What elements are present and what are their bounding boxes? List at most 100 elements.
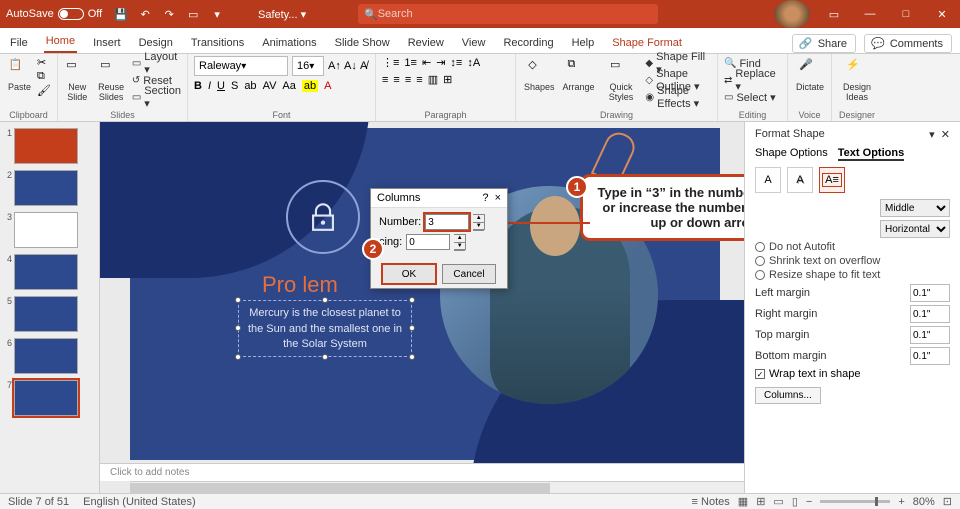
align-right-icon[interactable]: ≡ <box>405 74 411 86</box>
text-direction-select[interactable]: Horizontal <box>880 220 950 238</box>
slide-body-textbox[interactable]: Mercury is the closest planet to the Sun… <box>238 300 412 357</box>
top-margin-input[interactable] <box>910 326 950 344</box>
columns-number-input[interactable] <box>425 214 469 230</box>
smartart-icon[interactable]: ⊞ <box>443 73 452 86</box>
slideshow-view-icon[interactable]: ▯ <box>792 495 798 508</box>
tab-review[interactable]: Review <box>406 32 446 53</box>
spacing-spinner[interactable]: ▲▼ <box>454 234 466 250</box>
thumb-6[interactable] <box>14 338 78 374</box>
shrink-font-icon[interactable]: A↓ <box>344 60 356 72</box>
start-show-icon[interactable]: ▭ <box>186 7 200 21</box>
wrap-text-checkbox[interactable]: ✓Wrap text in shape <box>755 368 950 380</box>
pane-close-icon[interactable]: ✕ <box>941 129 950 141</box>
quick-styles-button[interactable]: ▭Quick Styles <box>601 56 642 104</box>
thumb-5[interactable] <box>14 296 78 332</box>
tab-help[interactable]: Help <box>570 32 597 53</box>
dictate-button[interactable]: 🎤Dictate <box>794 56 826 94</box>
bullets-icon[interactable]: ⋮≡ <box>382 56 399 69</box>
spacing-icon[interactable]: AV <box>263 80 277 92</box>
normal-view-icon[interactable]: ▦ <box>738 495 748 508</box>
right-margin-input[interactable] <box>910 305 950 323</box>
grow-font-icon[interactable]: A↑ <box>328 60 340 72</box>
numbering-icon[interactable]: 1≡ <box>404 57 417 69</box>
layout-button[interactable]: ▭ Layout ▾ <box>132 56 181 71</box>
thumb-7[interactable] <box>14 380 78 416</box>
align-center-icon[interactable]: ≡ <box>393 74 399 86</box>
shape-options-tab[interactable]: Shape Options <box>755 147 828 161</box>
language-status[interactable]: English (United States) <box>83 496 196 508</box>
columns-spacing-input[interactable] <box>406 234 450 250</box>
notes-placeholder[interactable]: Click to add notes <box>100 463 744 481</box>
tab-slideshow[interactable]: Slide Show <box>333 32 392 53</box>
columns-button[interactable]: Columns... <box>755 387 821 404</box>
undo-icon[interactable]: ↶ <box>138 7 152 21</box>
document-name[interactable]: Safety... ▾ <box>258 8 306 21</box>
font-color-icon[interactable]: A <box>324 80 331 92</box>
italic-icon[interactable]: I <box>208 80 211 92</box>
autosave-toggle[interactable]: AutoSave Off <box>0 8 108 20</box>
sorter-view-icon[interactable]: ⊞ <box>756 495 765 508</box>
tab-recording[interactable]: Recording <box>501 32 555 53</box>
thumb-3[interactable] <box>14 212 78 248</box>
share-button[interactable]: 🔗 Share <box>792 34 856 53</box>
dialog-help-icon[interactable]: ? <box>482 192 488 204</box>
search-input[interactable] <box>378 8 652 20</box>
zoom-level[interactable]: 80% <box>913 496 935 508</box>
notes-toggle[interactable]: ≡ Notes <box>692 496 730 508</box>
bottom-margin-input[interactable] <box>910 347 950 365</box>
justify-icon[interactable]: ≡ <box>416 74 422 86</box>
comments-button[interactable]: 💬 Comments <box>864 34 952 53</box>
section-button[interactable]: ▭ Section ▾ <box>132 90 181 105</box>
design-ideas-button[interactable]: ⚡Design Ideas <box>838 56 876 104</box>
tab-home[interactable]: Home <box>44 30 77 53</box>
dialog-close-icon[interactable]: × <box>495 192 501 204</box>
qat-more-icon[interactable]: ▾ <box>210 7 224 21</box>
slide-thumbnails[interactable]: 1 2 3 4 5 6 7 <box>0 122 100 493</box>
bold-icon[interactable]: B <box>194 80 202 92</box>
ribbon-display-icon[interactable]: ▭ <box>816 0 852 28</box>
slide-stage[interactable]: Pro lem Mercury is the closest planet to… <box>100 122 744 493</box>
columns-icon[interactable]: ▥ <box>428 73 438 86</box>
thumb-2[interactable] <box>14 170 78 206</box>
shape-effects-button[interactable]: ◉ Shape Effects ▾ <box>645 90 711 105</box>
indent-icon[interactable]: ⇥ <box>436 56 445 69</box>
redo-icon[interactable]: ↷ <box>162 7 176 21</box>
tab-view[interactable]: View <box>460 32 488 53</box>
reading-view-icon[interactable]: ▭ <box>773 495 783 508</box>
tab-insert[interactable]: Insert <box>91 32 123 53</box>
new-slide-button[interactable]: ▭New Slide <box>64 56 90 104</box>
reuse-slides-button[interactable]: ▭Reuse Slides <box>94 56 127 104</box>
copy-icon[interactable]: ⧉ <box>37 70 49 82</box>
tab-design[interactable]: Design <box>137 32 175 53</box>
format-painter-icon[interactable]: 🖌 <box>37 84 49 96</box>
tab-animations[interactable]: Animations <box>260 32 318 53</box>
select-button[interactable]: ▭ Select ▾ <box>724 90 781 105</box>
zoom-in-icon[interactable]: + <box>898 496 904 508</box>
save-icon[interactable]: 💾 <box>114 7 128 21</box>
case-icon[interactable]: Aa <box>282 80 295 92</box>
minimize-icon[interactable]: — <box>852 0 888 28</box>
slide-title[interactable]: Pro lem <box>262 272 338 298</box>
textbox-icon[interactable]: A≡ <box>819 167 845 193</box>
outdent-icon[interactable]: ⇤ <box>422 56 431 69</box>
tab-shape-format[interactable]: Shape Format <box>610 32 684 53</box>
thumb-4[interactable] <box>14 254 78 290</box>
strike-icon[interactable]: S <box>231 80 238 92</box>
shadow-icon[interactable]: ab <box>244 80 256 92</box>
pane-dropdown-icon[interactable]: ▾ <box>929 129 935 141</box>
underline-icon[interactable]: U <box>217 80 225 92</box>
shapes-button[interactable]: ◇Shapes <box>522 56 557 94</box>
tab-file[interactable]: File <box>8 32 30 53</box>
search-box[interactable]: 🔍 <box>358 4 658 24</box>
paste-button[interactable]: 📋Paste <box>6 56 33 94</box>
autofit-resize-radio[interactable]: Resize shape to fit text <box>755 269 950 281</box>
close-icon[interactable]: ✕ <box>924 0 960 28</box>
align-left-icon[interactable]: ≡ <box>382 74 388 86</box>
text-effects-icon[interactable]: A <box>787 167 813 193</box>
maximize-icon[interactable]: □ <box>888 0 924 28</box>
autofit-none-radio[interactable]: Do not Autofit <box>755 241 950 253</box>
horizontal-scrollbar[interactable] <box>130 481 744 493</box>
fit-window-icon[interactable]: ⊡ <box>943 495 952 508</box>
line-spacing-icon[interactable]: ↕≡ <box>450 57 462 69</box>
text-fill-icon[interactable]: A <box>755 167 781 193</box>
